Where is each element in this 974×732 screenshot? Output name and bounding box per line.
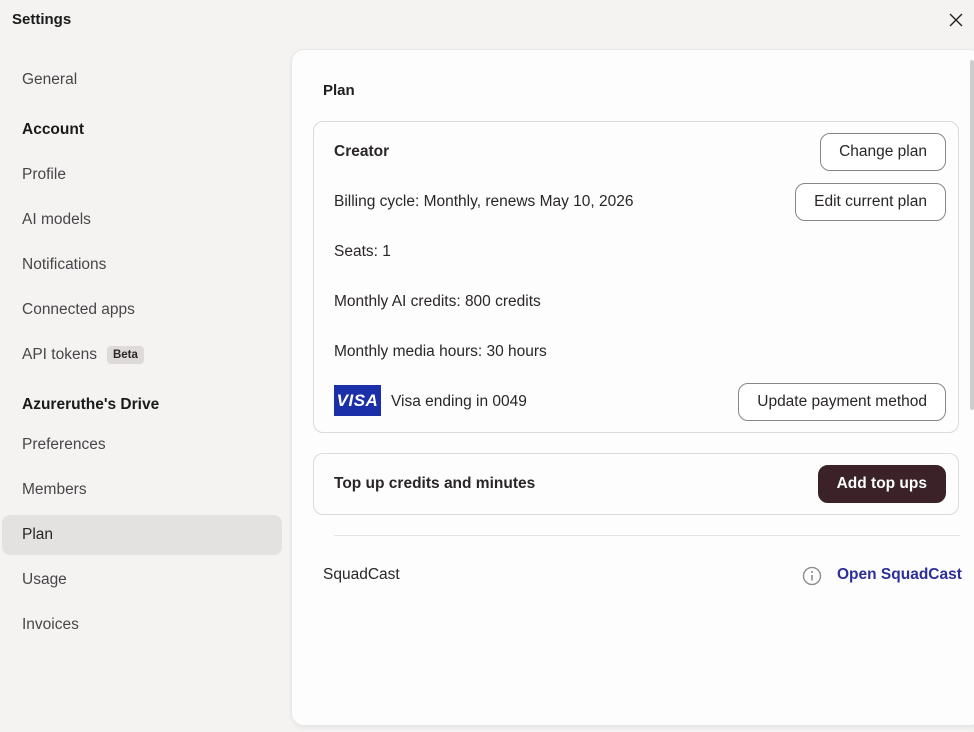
divider — [334, 535, 960, 536]
scrollbar[interactable] — [970, 60, 974, 410]
update-payment-method-button[interactable]: Update payment method — [738, 383, 946, 421]
sidebar-item-api-tokens[interactable]: API tokens Beta — [2, 335, 282, 375]
sidebar-item-plan[interactable]: Plan — [2, 515, 282, 555]
beta-badge: Beta — [106, 346, 144, 364]
page-title: Plan — [323, 82, 355, 99]
sidebar-item-members[interactable]: Members — [2, 470, 282, 510]
sidebar-item-label: API tokens — [22, 346, 97, 363]
media-hours-text: Monthly media hours: 30 hours — [334, 343, 547, 360]
sidebar-item-general[interactable]: General — [2, 60, 282, 100]
open-squadcast-link[interactable]: Open SquadCast — [837, 566, 962, 584]
sidebar-header-drive: Azureruthe's Drive — [22, 396, 160, 413]
sidebar-header-account: Account — [22, 121, 84, 138]
info-icon[interactable] — [802, 566, 822, 586]
sidebar-item-usage[interactable]: Usage — [2, 560, 282, 600]
sidebar-item-invoices[interactable]: Invoices — [2, 605, 282, 645]
sidebar-item-notifications[interactable]: Notifications — [2, 245, 282, 285]
add-top-ups-button[interactable]: Add top ups — [817, 465, 946, 503]
plan-panel: Plan Creator Change plan Billing cycle: … — [292, 50, 974, 725]
ai-credits-text: Monthly AI credits: 800 credits — [334, 293, 541, 310]
seats-text: Seats: 1 — [334, 243, 391, 260]
sidebar-item-profile[interactable]: Profile — [2, 155, 282, 195]
topup-card: Top up credits and minutes Add top ups — [313, 453, 959, 515]
sidebar-item-connected-apps[interactable]: Connected apps — [2, 290, 282, 330]
change-plan-button[interactable]: Change plan — [820, 133, 946, 171]
sidebar-item-preferences[interactable]: Preferences — [2, 425, 282, 465]
edit-current-plan-button[interactable]: Edit current plan — [795, 183, 946, 221]
close-icon — [949, 13, 963, 27]
close-button[interactable] — [944, 8, 968, 32]
squadcast-label: SquadCast — [323, 566, 400, 583]
sidebar-item-ai-models[interactable]: AI models — [2, 200, 282, 240]
card-ending-text: Visa ending in 0049 — [391, 393, 527, 410]
plan-name: Creator — [334, 143, 390, 160]
visa-logo: VISA — [334, 385, 381, 416]
billing-cycle-text: Billing cycle: Monthly, renews May 10, 2… — [334, 193, 634, 210]
settings-title: Settings — [12, 11, 72, 28]
plan-card: Creator Change plan Billing cycle: Month… — [313, 121, 959, 433]
topup-label: Top up credits and minutes — [334, 475, 536, 492]
